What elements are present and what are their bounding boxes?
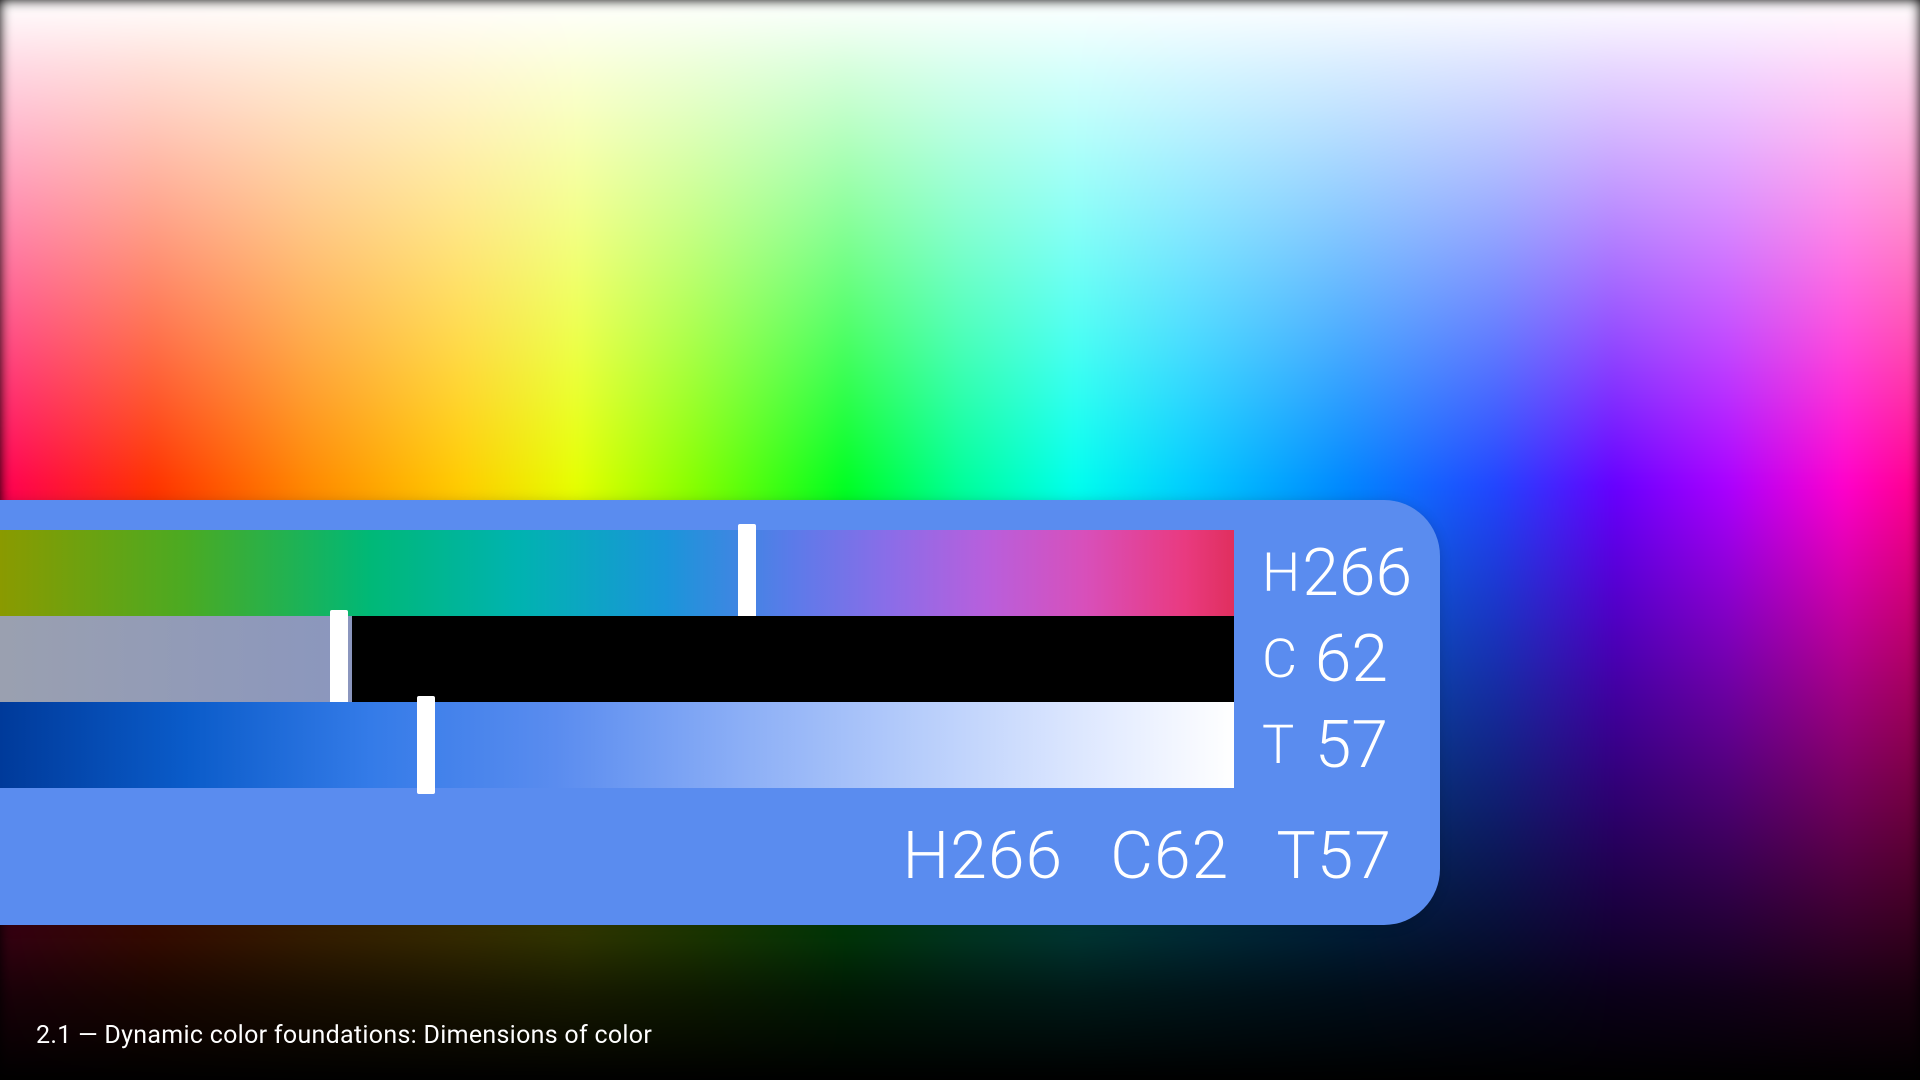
hct-summary: H266 C62 T57 xyxy=(903,818,1392,895)
chroma-slider-value: 62 xyxy=(1302,621,1392,698)
tone-slider-thumb[interactable] xyxy=(417,696,435,794)
hue-slider-track[interactable] xyxy=(0,530,1234,616)
hue-slider-row: H 266 xyxy=(0,530,1392,616)
tone-slider-row: T 57 xyxy=(0,702,1392,788)
chroma-slider-thumb[interactable] xyxy=(330,610,348,708)
slide-caption: 2.1 — Dynamic color foundations: Dimensi… xyxy=(36,1021,652,1050)
tone-slider-value: 57 xyxy=(1302,707,1392,784)
chroma-slider-row: C 62 xyxy=(0,616,1392,702)
hue-slider-thumb[interactable] xyxy=(738,524,756,622)
summary-tone: T57 xyxy=(1276,818,1392,895)
summary-chroma: C62 xyxy=(1110,818,1229,895)
chroma-slider-track[interactable] xyxy=(0,616,1234,702)
hue-slider-label: H xyxy=(1262,542,1302,605)
summary-hue: H266 xyxy=(903,818,1064,895)
chroma-slider-label: C xyxy=(1262,628,1302,691)
chroma-out-of-gamut-region xyxy=(352,616,1234,702)
tone-slider-track[interactable] xyxy=(0,702,1234,788)
hue-slider-value: 266 xyxy=(1302,535,1416,612)
tone-slider-label: T xyxy=(1262,714,1302,777)
stage: H 266 C 62 T 57 H266 C62 T57 2.1 — Dynam… xyxy=(0,0,1920,1080)
hct-control-panel: H 266 C 62 T 57 H266 C62 T57 xyxy=(0,500,1440,925)
